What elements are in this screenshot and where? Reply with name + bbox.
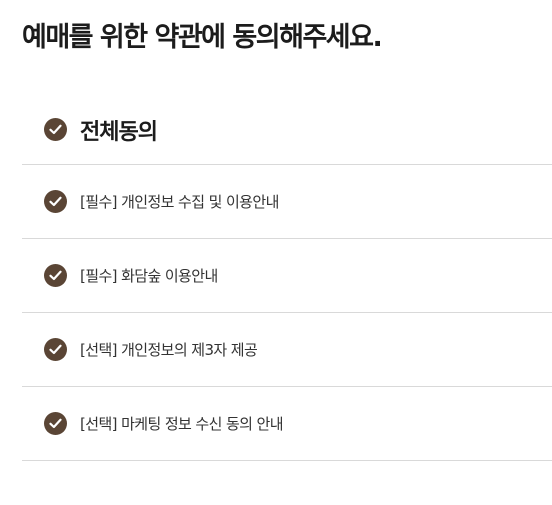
agree-item-required-privacy[interactable]: [필수] 개인정보 수집 및 이용안내 [22, 165, 552, 239]
check-circle-icon [44, 338, 67, 361]
page-title: 예매를 위한 약관에 동의해주세요. [22, 22, 383, 53]
agree-item-label: [선택] 개인정보의 제3자 제공 [80, 341, 258, 359]
check-circle-icon [44, 412, 67, 435]
check-circle-icon [44, 190, 67, 213]
agree-item-label: [선택] 마케팅 정보 수신 동의 안내 [80, 415, 284, 433]
agree-item-required-usage[interactable]: [필수] 화담숲 이용안내 [22, 239, 552, 313]
agree-item-label: [필수] 화담숲 이용안내 [80, 267, 218, 285]
check-circle-icon [44, 264, 67, 287]
terms-agreement-list: 전체동의 [필수] 개인정보 수집 및 이용안내 [필수] 화담숲 이용안내 [… [22, 95, 552, 461]
agree-item-label: [필수] 개인정보 수집 및 이용안내 [80, 193, 279, 211]
agree-all-checkbox[interactable]: 전체동의 [22, 95, 552, 165]
agree-item-optional-third-party[interactable]: [선택] 개인정보의 제3자 제공 [22, 313, 552, 387]
agree-item-optional-marketing[interactable]: [선택] 마케팅 정보 수신 동의 안내 [22, 387, 552, 461]
agree-all-label: 전체동의 [80, 119, 158, 145]
check-circle-icon [44, 118, 67, 141]
